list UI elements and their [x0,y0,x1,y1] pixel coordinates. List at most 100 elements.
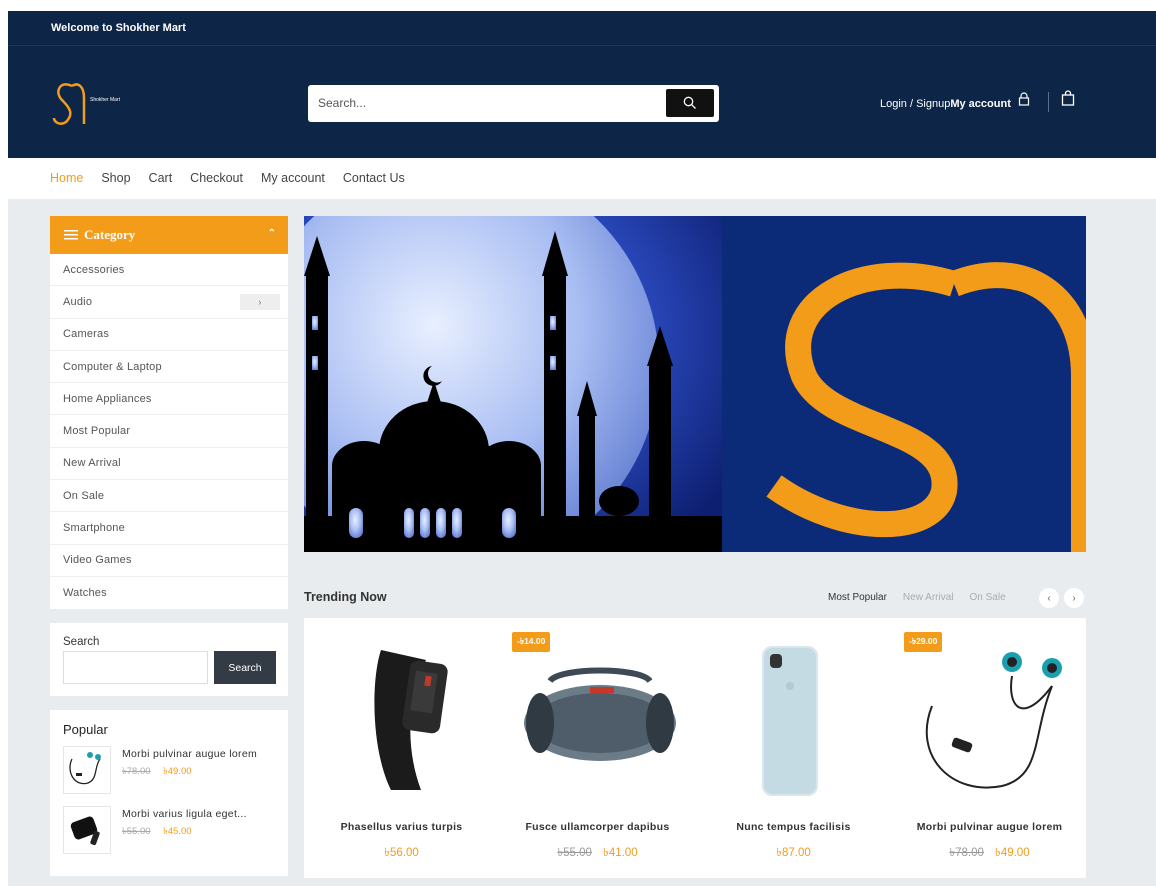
old-price: ৳78.00 [122,766,151,777]
category-item-video-games[interactable]: Video Games [50,545,288,577]
earphones-image [69,752,101,785]
old-price: ৳55.00 [557,847,592,859]
popular-item-name[interactable]: Morbi varius ligula eget... [122,808,247,820]
header: Shokher Mart Login / SignupMy account [8,46,1156,158]
shopping-bag-icon[interactable] [1061,90,1075,106]
product-name[interactable]: Morbi pulvinar augue lorem [892,821,1087,833]
new-price: ৳45.00 [163,826,192,837]
category-item-home-appliances[interactable]: Home Appliances [50,383,288,416]
category-title: Category [84,227,136,242]
account-links: Login / SignupMy account [880,98,1011,110]
category-item-cameras[interactable]: Cameras [50,319,288,351]
category-label: Watches [63,587,107,600]
chevron-left-icon[interactable]: ‹ [1039,588,1059,608]
earphones-image [925,652,1062,789]
logo-text: Shokher Mart [90,97,121,103]
category-label: Video Games [63,554,132,567]
old-price: ৳55.00 [122,826,151,837]
product-name[interactable]: Nunc tempus facilisis [696,821,891,833]
search-box [308,85,719,122]
category-label: Accessories [63,263,125,276]
popular-item[interactable]: Morbi varius ligula eget... ৳55.00 ৳45.0… [63,806,278,854]
product-card[interactable]: -৳29.00 Morbi pulvinar augue lorem ৳78.0… [892,618,1087,878]
category-item-accessories[interactable]: Accessories [50,254,288,287]
my-account-link[interactable]: My account [950,98,1011,110]
main-nav: Home Shop Cart Checkout My account Conta… [50,171,423,185]
trending-title: Trending Now [304,590,387,604]
new-price: ৳87.00 [776,847,811,859]
category-item-most-popular[interactable]: Most Popular [50,415,288,448]
tab-new-arrival[interactable]: New Arrival [903,592,954,603]
category-label: Computer & Laptop [63,360,162,373]
category-item-new-arrival[interactable]: New Arrival [50,448,288,481]
sidebar-search-button[interactable]: Search [214,651,276,684]
nav-checkout[interactable]: Checkout [190,171,243,185]
chevron-right-icon[interactable]: › [240,294,280,311]
lock-icon[interactable] [1018,92,1030,106]
category-item-watches[interactable]: Watches [50,577,288,609]
hero-banner[interactable] [304,216,1086,552]
product-thumbnail[interactable] [63,806,111,854]
phone-case-image [762,646,818,796]
chevron-right-icon[interactable]: › [1064,588,1084,608]
new-price: ৳56.00 [384,847,419,859]
category-header[interactable]: Category ⌃ [50,216,288,254]
discount-badge: -৳14.00 [512,632,551,652]
nav-my-account[interactable]: My account [261,171,325,185]
category-item-on-sale[interactable]: On Sale [50,480,288,513]
chevron-up-icon[interactable]: ⌃ [268,228,276,239]
sidebar-search-input[interactable] [63,651,208,684]
product-card[interactable]: Nunc tempus facilisis ৳87.00 [696,618,891,878]
top-bar: Welcome to Shokher Mart [8,11,1156,46]
nav-shop[interactable]: Shop [101,171,130,185]
category-label: Home Appliances [63,392,152,405]
search-button[interactable] [666,89,714,117]
mosque-moon-banner-image [304,216,1086,552]
product-name[interactable]: Fusce ullamcorper dapibus [500,821,695,833]
tab-on-sale[interactable]: On Sale [970,592,1006,603]
search-icon [683,96,696,109]
nav-home[interactable]: Home [50,171,83,185]
category-item-smartphone[interactable]: Smartphone [50,512,288,545]
category-item-computer-laptop[interactable]: Computer & Laptop [50,351,288,384]
tab-most-popular[interactable]: Most Popular [828,592,887,603]
category-item-audio[interactable]: Audio › [50,286,288,319]
product-price: ৳87.00 [696,844,891,863]
product-grid: Phasellus varius turpis ৳56.00 -৳14.00 F… [304,618,1086,878]
welcome-text: Welcome to Shokher Mart [51,22,186,34]
nav-contact-us[interactable]: Contact Us [343,171,405,185]
product-price: ৳56.00 [304,844,499,863]
old-price: ৳78.00 [949,847,984,859]
popular-title: Popular [63,722,108,737]
tv-box-image [70,816,100,846]
speaker-image [524,667,676,761]
product-price: ৳55.00 ৳41.00 [500,844,695,863]
category-label: Cameras [63,328,110,341]
header-divider [1048,92,1049,112]
product-name[interactable]: Phasellus varius turpis [304,821,499,833]
trending-tabs: Most Popular New Arrival On Sale [828,592,1022,603]
product-price: ৳78.00 ৳49.00 [892,844,1087,863]
new-price: ৳41.00 [603,847,638,859]
popular-item-name[interactable]: Morbi pulvinar augue lorem [122,748,257,760]
category-panel: Category ⌃ Accessories Audio › Cameras Co… [50,216,288,609]
search-input[interactable] [318,93,648,113]
product-thumbnail[interactable] [63,746,111,794]
product-card[interactable]: Phasellus varius turpis ৳56.00 [304,618,499,878]
category-label: Most Popular [63,425,131,438]
category-label: Smartphone [63,522,125,535]
product-card[interactable]: -৳14.00 Fusce ullamcorper dapibus ৳55.00… [500,618,695,878]
popular-item[interactable]: Morbi pulvinar augue lorem ৳78.00 ৳49.00 [63,746,278,794]
category-label: New Arrival [63,457,121,470]
menu-icon [64,230,78,240]
login-signup-link[interactable]: Login / Signup [880,98,950,110]
nav-cart[interactable]: Cart [149,171,173,185]
category-label: On Sale [63,489,105,502]
sidebar-search-widget: Search Search [50,623,288,696]
category-label: Audio [63,295,93,308]
new-price: ৳49.00 [163,766,192,777]
sidebar-search-title: Search [63,636,100,648]
fitness-band-image [374,650,448,790]
popular-widget: Popular Morbi pulvinar augue lorem ৳78.0… [50,710,288,876]
new-price: ৳49.00 [995,847,1030,859]
